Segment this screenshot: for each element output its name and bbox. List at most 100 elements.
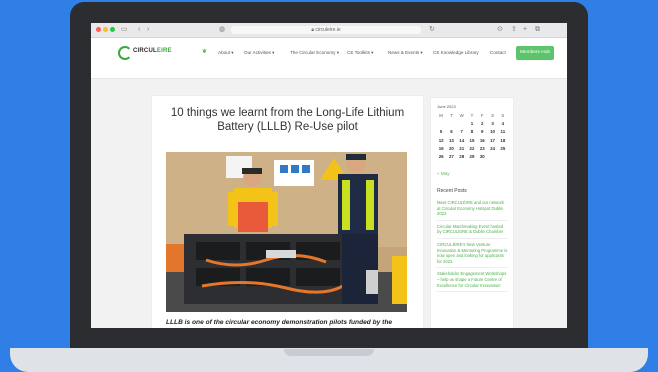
- members-hub-button[interactable]: Members Hub: [516, 46, 554, 60]
- browser-toolbar: ▭ ‹ › ◍ 🔒︎ circuleire.ie ↻ ⊙ ⇪ + ⧉: [91, 23, 567, 38]
- maximize-window-button[interactable]: [110, 27, 115, 32]
- calendar-day: 20: [448, 145, 454, 151]
- nav-about-label: About: [218, 50, 231, 55]
- calendar-weekday: T: [450, 112, 453, 118]
- logo-text-dark: CIRCUL: [133, 48, 157, 54]
- calendar-day: 25: [500, 145, 506, 151]
- nav-ce-knowledge-library[interactable]: CE Knowledge Library: [433, 50, 479, 55]
- calendar-day: 11: [500, 129, 506, 135]
- nav-circular-economy[interactable]: The Circular Economy ▾: [290, 50, 339, 56]
- calendar-day: 24: [490, 145, 495, 151]
- calendar-day: [446, 119, 456, 127]
- calendar-day: 2: [481, 120, 484, 126]
- calendar-day: 7: [460, 129, 463, 135]
- sidebar: June 2023 M T W T F S S 1 2 3 4 5 6 7 8 …: [430, 97, 514, 328]
- screen: ▭ ‹ › ◍ 🔒︎ circuleire.ie ↻ ⊙ ⇪ + ⧉ CIRCU…: [91, 23, 567, 328]
- nav-ce-toolkits[interactable]: CE Toolkits ▾: [347, 50, 374, 56]
- nav-news-events-label: News & Events: [388, 50, 420, 55]
- calendar-week: 1 2 3 4: [436, 119, 508, 127]
- calendar-week: 19 20 21 22 23 24 25: [436, 144, 508, 152]
- nav-our-activities-label: Our Activities: [244, 50, 271, 55]
- nav-news-events[interactable]: News & Events ▾: [388, 50, 423, 56]
- shield-icon[interactable]: ◍: [219, 25, 225, 35]
- calendar-day: 22: [469, 145, 475, 151]
- share-icon[interactable]: ⇪: [511, 25, 517, 35]
- calendar-week: 12 13 14 15 16 17 18: [436, 136, 508, 144]
- calendar-day: 10: [490, 129, 495, 135]
- laptop-notch: [284, 349, 374, 356]
- calendar-day: 6: [450, 129, 453, 135]
- calendar-widget: M T W T F S S 1 2 3 4 5 6 7 8 9 10 11 12…: [436, 111, 508, 161]
- new-tab-icon[interactable]: +: [523, 25, 527, 35]
- sidebar-toggle-icon[interactable]: ▭: [121, 25, 128, 35]
- recent-post-link[interactable]: Meet CIRCULÉIRE and our network at Circu…: [437, 200, 508, 221]
- circuleire-logo-icon[interactable]: [118, 46, 132, 60]
- logo-text-green: EIRE: [156, 48, 172, 54]
- calendar-day: [457, 119, 467, 127]
- post-lead-paragraph: LLLB is one of the circular economy demo…: [166, 319, 393, 326]
- calendar-weekday-row: M T W T F S S: [436, 111, 508, 119]
- recent-post-link[interactable]: CIRCULÉIRE’s New Venture Innovation & Me…: [437, 242, 508, 269]
- calendar-day: 5: [439, 129, 443, 135]
- calendar-day: 26: [438, 154, 444, 160]
- calendar-day: 30: [479, 154, 485, 160]
- calendar-weekday: S: [491, 112, 495, 118]
- calendar-prev-month-link[interactable]: « May: [437, 171, 450, 176]
- post-card: 10 things we learnt from the Long-Life L…: [151, 95, 424, 328]
- calendar-day: 19: [438, 145, 444, 151]
- forward-icon[interactable]: ›: [147, 25, 149, 35]
- post-title: 10 things we learnt from the Long-Life L…: [170, 107, 405, 133]
- calendar-weekday: F: [480, 112, 484, 118]
- nav-circular-economy-label: The Circular Economy: [290, 50, 336, 55]
- address-bar[interactable]: 🔒︎ circuleire.ie: [231, 26, 421, 34]
- calendar-weekday: T: [470, 112, 474, 118]
- calendar-day: [487, 152, 497, 160]
- close-window-button[interactable]: [96, 27, 101, 32]
- leaf-icon[interactable]: ❦: [202, 48, 207, 55]
- reload-icon[interactable]: ↻: [429, 25, 435, 35]
- tab-overview-icon[interactable]: ⧉: [535, 25, 540, 35]
- post-featured-image: [166, 152, 407, 312]
- calendar-day: 17: [490, 137, 495, 143]
- calendar-caption: June 2023: [437, 104, 456, 109]
- calendar-day: 29: [469, 154, 475, 160]
- calendar-day: 16: [479, 137, 485, 143]
- nav-ce-knowledge-library-label: CE Knowledge Library: [433, 50, 479, 55]
- nav-about[interactable]: About ▾: [218, 50, 234, 56]
- calendar-day: [436, 119, 446, 127]
- calendar-week: 5 6 7 8 9 10 11: [436, 128, 508, 136]
- nav-ce-toolkits-label: CE Toolkits: [347, 50, 370, 55]
- calendar-day: 3: [491, 120, 494, 126]
- calendar-day: 8: [470, 129, 474, 135]
- calendar-day: 4: [501, 120, 505, 126]
- download-icon[interactable]: ⊙: [497, 25, 503, 35]
- calendar-day: 23: [479, 145, 485, 151]
- calendar-day: 27: [448, 154, 454, 160]
- calendar-day: 12: [438, 137, 444, 143]
- calendar-weekday: S: [501, 112, 505, 118]
- calendar-weekday: M: [439, 112, 443, 118]
- calendar-day: 15: [469, 137, 475, 143]
- nav-contact[interactable]: Contact: [490, 50, 506, 55]
- nav-contact-label: Contact: [490, 50, 506, 55]
- minimize-window-button[interactable]: [103, 27, 108, 32]
- site-header: CIRCULEIRE ❦ About ▾ Our Activities ▾ Th…: [91, 38, 567, 79]
- recent-posts-list: Meet CIRCULÉIRE and our network at Circu…: [437, 200, 508, 295]
- calendar-day: 21: [459, 145, 465, 151]
- calendar-day: 1: [470, 120, 474, 126]
- calendar-day: 13: [448, 137, 454, 143]
- recent-post-link[interactable]: Stakeholder Engagement Workshops – help …: [437, 271, 508, 293]
- back-icon[interactable]: ‹: [138, 25, 140, 35]
- battery-workshop-illustration: [166, 152, 407, 312]
- calendar-day: 18: [500, 137, 506, 143]
- nav-our-activities[interactable]: Our Activities ▾: [244, 50, 274, 56]
- calendar-week: 26 27 28 29 30: [436, 152, 508, 160]
- url-text: circuleire.ie: [315, 27, 341, 33]
- calendar-day: 9: [481, 129, 484, 135]
- calendar-day: [498, 152, 508, 160]
- calendar-day: 14: [459, 137, 465, 143]
- calendar-day: 28: [459, 154, 465, 160]
- site-logo[interactable]: CIRCULEIRE: [133, 48, 172, 54]
- recent-posts-heading: Recent Posts: [437, 188, 467, 194]
- recent-post-link[interactable]: Circular Matchmaking Event hosted by CIR…: [437, 224, 508, 239]
